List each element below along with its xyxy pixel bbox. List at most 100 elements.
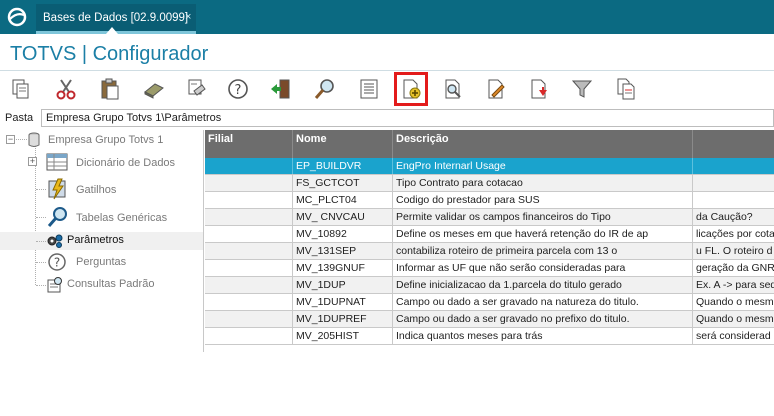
cell-extra: Ex. A -> para seq [693, 277, 774, 293]
exit-icon[interactable] [266, 74, 296, 104]
table-row[interactable]: MV_10892 Define os meses em que haverá re… [205, 226, 774, 243]
tree-item-label: Perguntas [76, 256, 127, 268]
path-value: Empresa Grupo Totvs 1\Parâmetros [46, 112, 222, 124]
table-icon [46, 153, 68, 171]
svg-text:?: ? [54, 256, 60, 270]
search-icon[interactable] [310, 74, 340, 104]
tree-line [36, 285, 46, 286]
cell-descricao: Campo ou dado a ser gravado na natureza … [393, 294, 693, 310]
magnifier-icon [47, 207, 67, 227]
cell-nome: MV_1DUPREF [293, 311, 393, 327]
cell-filial [205, 192, 293, 208]
cell-descricao: Indica quantos meses para trás [393, 328, 693, 344]
edit-document-icon[interactable] [481, 74, 511, 104]
table-row[interactable]: MV_139GNUF Informar as UF que não serão c… [205, 260, 774, 277]
table-row[interactable]: MV_1DUPNAT Campo ou dado a ser gravado na… [205, 294, 774, 311]
cell-descricao: Tipo Contrato para cotacao [393, 175, 693, 191]
query-icon [47, 277, 62, 293]
paste-icon[interactable] [95, 74, 125, 104]
table-row[interactable]: MV_1DUP Define inicializacao da 1.parcela… [205, 277, 774, 294]
cell-nome: MV_1DUPNAT [293, 294, 393, 310]
cell-filial [205, 277, 293, 293]
tree-item-perguntas[interactable]: ? Perguntas [36, 252, 201, 272]
folder-tree: − Empresa Grupo Totvs 1 + Dicionário de … [0, 130, 204, 352]
cell-descricao: Define inicializacao da 1.parcela do tit… [393, 277, 693, 293]
cell-filial [205, 209, 293, 225]
cell-filial [205, 294, 293, 310]
cell-nome: FS_GCTCOT [293, 175, 393, 191]
tree-item-gatilhos[interactable]: Gatilhos [36, 178, 201, 200]
cell-filial [205, 158, 293, 174]
table-header: Filial Nome Descrição [205, 130, 774, 158]
cell-nome: MV_205HIST [293, 328, 393, 344]
cell-descricao: Codigo do prestador para SUS [393, 192, 693, 208]
totvs-logo-icon[interactable] [4, 4, 30, 30]
column-header-nome[interactable]: Nome [293, 130, 393, 158]
cell-extra: da Caução? [693, 209, 774, 225]
path-field[interactable]: Empresa Grupo Totvs 1\Parâmetros [41, 109, 774, 127]
path-label: Pasta [5, 112, 34, 124]
table-row[interactable]: EP_BUILDVR EngPro Internarl Usage [205, 158, 774, 175]
question-icon: ? [48, 253, 66, 271]
tree-item-tabelas-genericas[interactable]: Tabelas Genéricas [36, 206, 201, 228]
table-row[interactable]: MV_ CNVCAU Permite validar os campos fina… [205, 209, 774, 226]
cut-icon[interactable] [51, 74, 81, 104]
tree-line [36, 189, 46, 190]
cell-descricao: Define os meses em que haverá retenção d… [393, 226, 693, 242]
new-document-icon[interactable] [394, 72, 428, 106]
print-icon[interactable] [181, 74, 211, 104]
tab-label: Bases de Dados [02.9.0099] [43, 12, 189, 24]
table-row[interactable]: MC_PLCT04 Codigo do prestador para SUS [205, 192, 774, 209]
tab-pointer [106, 27, 118, 34]
tree-line [36, 262, 46, 263]
cell-descricao: EngPro Internarl Usage [393, 158, 693, 174]
column-header-filial[interactable]: Filial [205, 130, 293, 158]
cell-extra [693, 192, 774, 208]
tree-item-dicionario[interactable]: + Dicionário de Dados [28, 152, 201, 172]
tree-item-label: Parâmetros [67, 234, 124, 246]
path-bar: Pasta Empresa Grupo Totvs 1\Parâmetros [0, 109, 774, 128]
cell-descricao: Campo ou dado a ser gravado no prefixo d… [393, 311, 693, 327]
copy-icon[interactable] [6, 74, 36, 104]
table-row[interactable]: MV_131SEP contabiliza roteiro de primeira… [205, 243, 774, 260]
cell-nome: MV_1DUP [293, 277, 393, 293]
tree-item-label: Gatilhos [76, 184, 117, 196]
cell-filial [205, 226, 293, 242]
tree-root[interactable]: − Empresa Grupo Totvs 1 [6, 132, 201, 148]
delete-document-icon[interactable] [524, 74, 554, 104]
cell-nome: MC_PLCT04 [293, 192, 393, 208]
eraser-icon[interactable] [139, 74, 169, 104]
table-row[interactable]: MV_1DUPREF Campo ou dado a ser gravado no… [205, 311, 774, 328]
expand-icon[interactable]: + [28, 157, 37, 166]
close-icon[interactable]: × [185, 11, 191, 23]
cell-extra: Quando o mesm [693, 294, 774, 310]
help-icon[interactable]: ? [223, 74, 253, 104]
column-header-extra[interactable] [693, 130, 774, 158]
cell-descricao: Permite validar os campos financeiros do… [393, 209, 693, 225]
cell-extra [693, 158, 774, 174]
collapse-icon[interactable]: − [6, 135, 15, 144]
list-icon[interactable] [354, 74, 384, 104]
tree-line [36, 241, 46, 242]
cell-nome: MV_10892 [293, 226, 393, 242]
tree-item-parametros[interactable]: Parâmetros [36, 232, 201, 250]
cell-filial [205, 243, 293, 259]
cell-extra: u FL. O roteiro d [693, 243, 774, 259]
filter-icon[interactable] [567, 74, 597, 104]
table-row[interactable]: FS_GCTCOT Tipo Contrato para cotacao [205, 175, 774, 192]
cell-filial [205, 328, 293, 344]
tree-item-consultas-padrao[interactable]: Consultas Padrão [36, 276, 201, 294]
database-icon [28, 132, 40, 147]
view-document-icon[interactable] [438, 74, 468, 104]
tree-item-label: Dicionário de Dados [76, 157, 176, 169]
gears-icon [47, 234, 63, 248]
table-row[interactable]: MV_205HIST Indica quantos meses para trás… [205, 328, 774, 345]
cell-filial [205, 311, 293, 327]
column-header-descricao[interactable]: Descrição [393, 130, 693, 158]
copy-document-icon[interactable] [611, 74, 641, 104]
cell-nome: EP_BUILDVR [293, 158, 393, 174]
divider [0, 70, 774, 71]
tree-item-label: Tabelas Genéricas [76, 212, 168, 224]
cell-filial [205, 175, 293, 191]
parameters-table: Filial Nome Descrição EP_BUILDVR EngPro I… [205, 130, 774, 352]
